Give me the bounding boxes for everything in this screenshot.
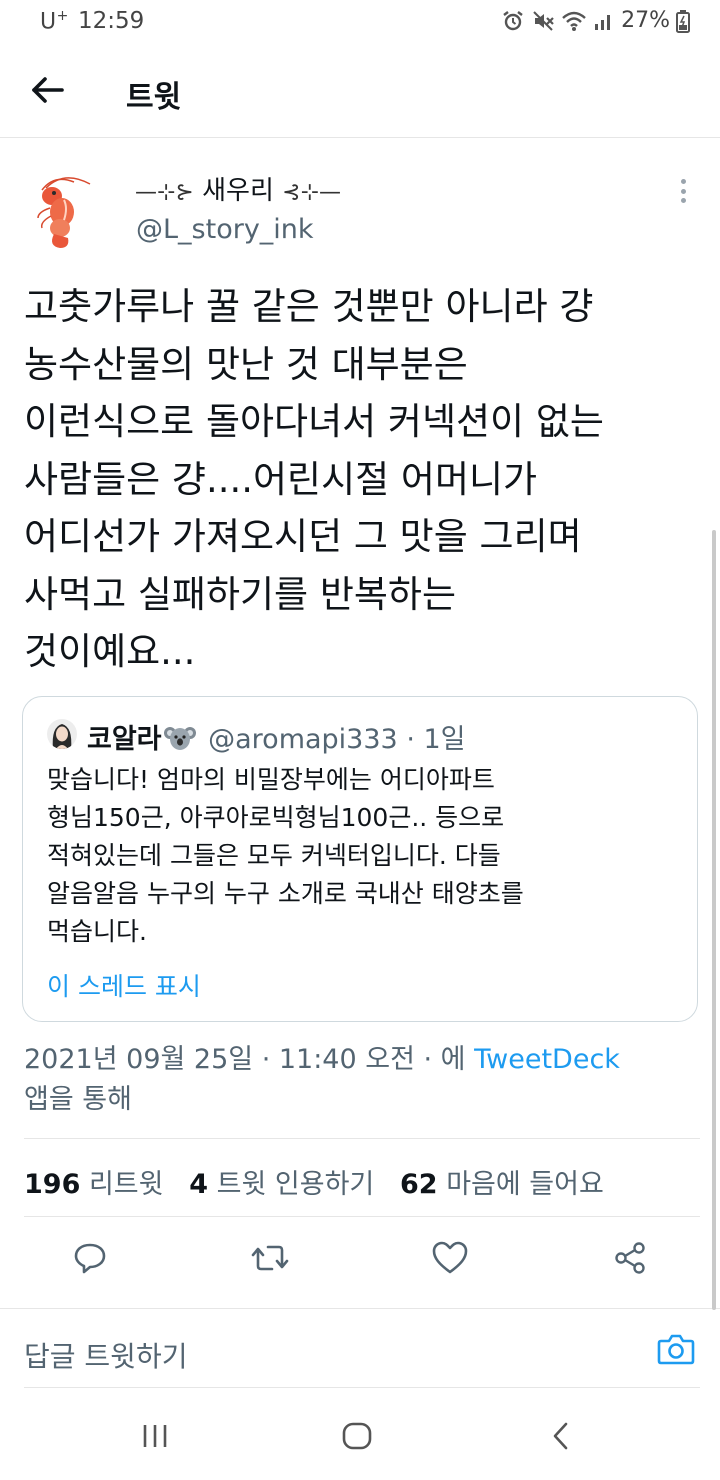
tweet-text-line: 농수산물의 맛난 것 대부분은 xyxy=(24,342,468,386)
via-client-link[interactable]: TweetDeck xyxy=(474,1044,620,1075)
reply-underline xyxy=(24,1387,700,1388)
tweet-text-line: 사람들은 걍....어린시절 어머니가 xyxy=(24,457,538,501)
tweet-text-line: 이런식으로 돌아다녀서 커넥션이 없는 xyxy=(24,400,604,443)
recent-apps-icon xyxy=(141,1423,169,1453)
tweet-text-line: 것이예요... xyxy=(24,630,196,673)
retweet-icon xyxy=(250,1240,290,1280)
page-title: 트윗 xyxy=(126,80,182,115)
alarm-icon xyxy=(501,9,525,33)
camera-icon xyxy=(657,1332,695,1370)
camera-button[interactable] xyxy=(654,1331,698,1371)
mute-icon xyxy=(531,9,555,33)
tweet-metadata: 2021년 09월 25일 · 11:40 오전 · 에 TweetDeck 앱… xyxy=(24,1040,704,1120)
koala-icon xyxy=(163,724,196,759)
author-handle[interactable]: @L_story_ink xyxy=(136,214,314,245)
system-back-button[interactable] xyxy=(536,1418,586,1458)
battery-label: 27% xyxy=(621,8,670,33)
quoted-author-name: 코알라 xyxy=(87,724,162,755)
carrier-label: U+ xyxy=(40,8,69,35)
quoted-text-line: 맞습니다! 엄마의 비밀장부에는 어디아파트 xyxy=(47,765,495,794)
reply-icon xyxy=(72,1240,108,1280)
tweet-stats: 196 리트윗 4 트윗 인용하기 62 마음에 들어요 xyxy=(24,1162,604,1201)
status-bar: U+ 12:59 27% xyxy=(0,0,720,46)
battery-icon xyxy=(676,9,690,33)
tweet-text-line: 사먹고 실패하기를 반복하는 xyxy=(24,572,457,616)
tweet-text-line: 어디선가 가져오시던 그 맛을 그리며 xyxy=(24,515,582,558)
share-icon xyxy=(612,1240,648,1280)
more-dot-icon xyxy=(680,188,686,194)
quoted-text-line: 적혀있는데 그들은 모두 커넥터입니다. 다들 xyxy=(47,841,501,870)
status-icons: 27% xyxy=(501,8,690,33)
scrollbar-thumb[interactable] xyxy=(712,530,716,1310)
reply-input[interactable]: 답글 트윗하기 xyxy=(24,1335,187,1375)
back-button[interactable] xyxy=(26,72,70,112)
quoted-text-line: 형님150근, 아쿠아로빅형님100근.. 등으로 xyxy=(47,803,505,832)
quotes-stat[interactable]: 4 트윗 인용하기 xyxy=(189,1169,374,1200)
system-nav-bar xyxy=(0,1390,720,1480)
tweet-text-line: 고춧가루나 꿀 같은 것뿐만 아니라 걍 xyxy=(24,285,594,328)
more-dot-icon xyxy=(680,179,686,184)
retweet-button[interactable] xyxy=(248,1238,292,1282)
tweet-actions xyxy=(0,1238,720,1284)
more-options-button[interactable] xyxy=(672,176,694,206)
show-thread-link[interactable]: 이 스레드 표시 xyxy=(47,967,201,1003)
quoted-age: 1일 xyxy=(423,724,466,755)
app-bar: 트윗 xyxy=(0,46,720,138)
quoted-tweet-card[interactable]: 코알라 @aromapi333 · 1일 맞습니다! 엄마의 비밀장부에는 어디… xyxy=(22,696,698,1022)
status-time: 12:59 xyxy=(78,8,145,34)
signal-icon xyxy=(593,10,615,32)
author-avatar[interactable] xyxy=(24,168,108,252)
quoted-text-line: 먹습니다. xyxy=(47,917,147,946)
home-icon xyxy=(341,1421,373,1455)
quoted-author-avatar xyxy=(47,719,77,749)
recent-apps-button[interactable] xyxy=(130,1418,180,1458)
quoted-header: 코알라 @aromapi333 · 1일 xyxy=(87,717,466,759)
quoted-author-handle: @aromapi333 xyxy=(208,724,398,755)
divider xyxy=(24,1216,700,1217)
likes-stat[interactable]: 62 마음에 들어요 xyxy=(400,1169,604,1200)
like-button[interactable] xyxy=(428,1238,472,1282)
arrow-left-icon xyxy=(31,76,65,108)
author-display-name[interactable]: —⊹⊱ 새우리 ⊰⊹— xyxy=(135,170,341,207)
more-dot-icon xyxy=(680,198,686,203)
tweet-text: 고춧가루나 꿀 같은 것뿐만 아니라 걍 농수산물의 맛난 것 대부분은 이런식… xyxy=(24,278,704,681)
quoted-separator: · xyxy=(406,724,415,755)
like-icon xyxy=(431,1240,469,1280)
reply-composer-bar: 답글 트윗하기 xyxy=(0,1308,720,1388)
reply-button[interactable] xyxy=(68,1238,112,1282)
tweet-timestamp: 2021년 09월 25일 · 11:40 오전 · 에 xyxy=(24,1044,466,1075)
via-suffix: 앱을 통해 xyxy=(24,1084,132,1115)
wifi-icon xyxy=(561,10,587,32)
back-icon xyxy=(550,1421,572,1455)
divider xyxy=(24,1138,700,1139)
quoted-text-line: 알음알음 누구의 누구 소개로 국내산 태양초를 xyxy=(47,879,524,908)
home-button[interactable] xyxy=(332,1418,382,1458)
share-button[interactable] xyxy=(608,1238,652,1282)
retweets-stat[interactable]: 196 리트윗 xyxy=(24,1169,164,1200)
shrimp-avatar xyxy=(37,177,91,248)
quoted-tweet-text: 맞습니다! 엄마의 비밀장부에는 어디아파트 형님150근, 아쿠아로빅형님10… xyxy=(47,761,687,951)
